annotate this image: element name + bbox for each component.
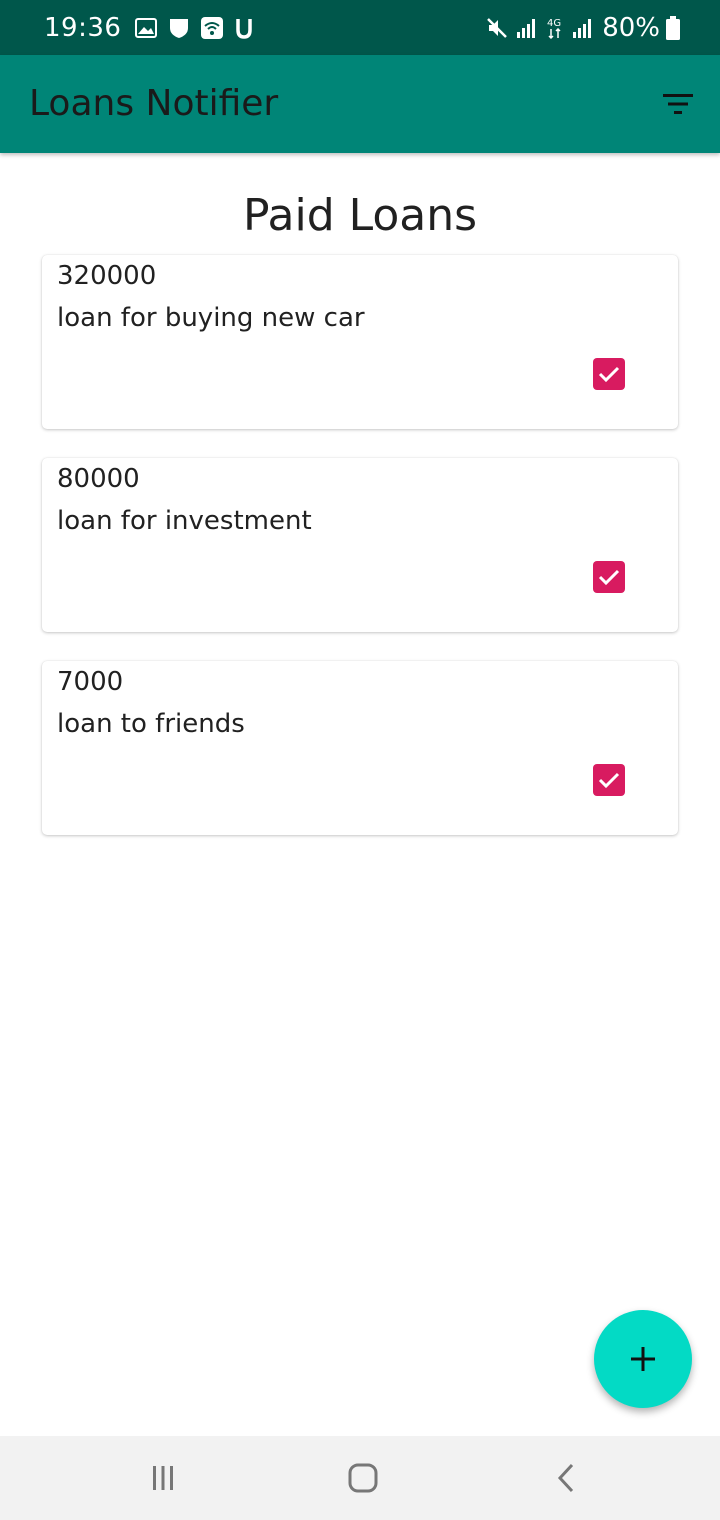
mute-icon — [486, 17, 508, 39]
loan-card[interactable]: 320000 loan for buying new car — [42, 255, 678, 429]
status-right: 4G 80% — [486, 0, 680, 55]
battery-percent: 80% — [602, 12, 660, 43]
status-bar: 19:36 4G 80% — [0, 0, 720, 55]
paid-checkbox[interactable] — [593, 764, 625, 796]
status-time: 19:36 — [44, 12, 122, 43]
loan-card[interactable]: 80000 loan for investment — [42, 458, 678, 632]
check-icon — [598, 772, 620, 789]
recents-icon — [153, 1466, 173, 1490]
home-button[interactable] — [343, 1458, 383, 1498]
loan-description: loan for investment — [57, 506, 312, 536]
battery-icon — [666, 15, 680, 40]
paid-checkbox[interactable] — [593, 358, 625, 390]
signal-icon — [516, 17, 538, 39]
screen: 19:36 4G 80% Loans Notifier Paid Loans 3… — [0, 0, 720, 1520]
back-icon — [557, 1463, 574, 1493]
loan-description: loan to friends — [57, 709, 245, 739]
wifi-calling-icon — [201, 16, 224, 39]
loan-amount: 7000 — [57, 667, 124, 697]
image-icon — [135, 17, 158, 38]
loan-amount: 80000 — [57, 464, 140, 494]
svg-text:4G: 4G — [547, 18, 561, 29]
check-icon — [598, 366, 620, 383]
loan-card[interactable]: 7000 loan to friends — [42, 661, 678, 835]
shield-icon — [169, 17, 189, 39]
app-title: Loans Notifier — [29, 83, 279, 124]
loan-description: loan for buying new car — [57, 303, 365, 333]
recents-button[interactable] — [143, 1458, 183, 1498]
filter-icon — [663, 94, 693, 114]
loan-amount: 320000 — [57, 261, 157, 291]
filter-button[interactable] — [658, 84, 698, 124]
app-bar: Loans Notifier — [0, 55, 720, 153]
u-icon — [235, 17, 253, 39]
check-icon — [598, 569, 620, 586]
4g-icon: 4G — [546, 16, 564, 40]
status-left: 19:36 — [44, 0, 265, 55]
back-button[interactable] — [546, 1458, 586, 1498]
signal-icon — [572, 17, 594, 39]
loan-list: 320000 loan for buying new car 80000 loa… — [42, 255, 678, 864]
add-loan-button[interactable] — [594, 1310, 692, 1408]
home-icon — [348, 1463, 378, 1493]
page-heading: Paid Loans — [242, 190, 478, 241]
plus-icon — [631, 1347, 655, 1371]
navigation-bar — [0, 1436, 720, 1520]
paid-checkbox[interactable] — [593, 561, 625, 593]
